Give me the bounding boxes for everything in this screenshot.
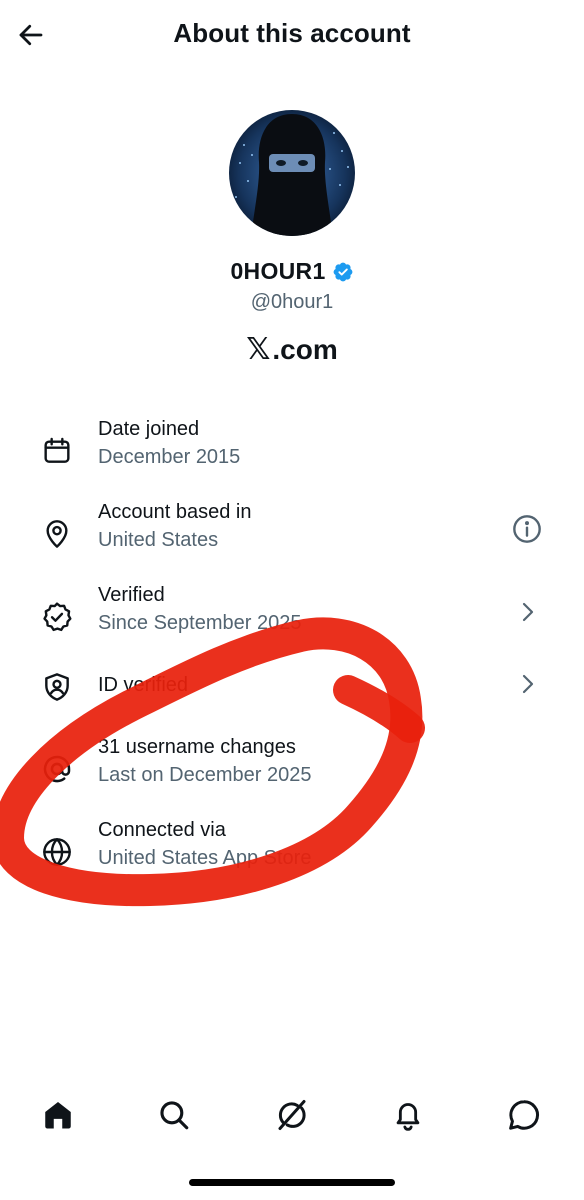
site-label: 𝕏 .com <box>0 332 584 367</box>
info-title: Verified <box>98 584 165 606</box>
info-title: Account based in <box>98 501 252 523</box>
info-item-id-verified[interactable]: ID verified <box>0 670 584 740</box>
verified-seal-icon <box>38 598 76 636</box>
id-verified-details-button[interactable] <box>510 667 544 701</box>
verified-details-button[interactable] <box>510 595 544 629</box>
info-title: Date joined <box>98 418 200 440</box>
info-title: Connected via <box>98 819 226 841</box>
display-name-row: 0HOUR1 <box>0 258 584 285</box>
grok-icon <box>278 1100 306 1130</box>
avatar[interactable] <box>229 110 355 236</box>
info-item-date-joined: Date joined December 2015 <box>0 418 584 488</box>
at-sign-icon <box>38 750 76 788</box>
chevron-right-icon <box>522 602 534 622</box>
info-title: ID verified <box>98 674 189 696</box>
info-item-username-changes: 31 username changes Last on December 202… <box>0 736 584 806</box>
display-name: 0HOUR1 <box>230 258 326 284</box>
tab-home[interactable] <box>28 1085 88 1145</box>
info-button[interactable] <box>510 512 544 546</box>
info-item-verified[interactable]: Verified Since September 2025 <box>0 584 584 654</box>
bell-icon <box>396 1103 420 1131</box>
site-suffix: .com <box>272 333 338 365</box>
x-logo: 𝕏 <box>246 333 271 366</box>
info-item-account-based-in: Account based in United States <box>0 501 584 571</box>
info-subtitle: Since September 2025 <box>98 612 302 634</box>
info-subtitle: Last on December 2025 <box>98 764 312 786</box>
info-item-connected-via: Connected via United States App Store <box>0 819 584 889</box>
top-bar: About this account <box>0 0 584 70</box>
page-title: About this account <box>173 18 411 48</box>
calendar-icon <box>38 432 76 470</box>
tab-search[interactable] <box>144 1085 204 1145</box>
tab-grok[interactable] <box>262 1085 322 1145</box>
info-subtitle: December 2015 <box>98 446 241 468</box>
chevron-right-icon <box>522 674 534 694</box>
verified-badge-icon[interactable] <box>332 261 354 283</box>
messages-icon <box>509 1100 540 1130</box>
location-pin-icon <box>38 515 76 553</box>
profile-summary: 0HOUR1 @0hour1 𝕏 .com <box>0 110 584 367</box>
info-subtitle: United States <box>98 529 219 551</box>
search-icon <box>160 1101 189 1130</box>
id-shield-icon <box>38 668 76 706</box>
globe-icon <box>38 833 76 871</box>
info-title: 31 username changes <box>98 736 296 758</box>
tab-notifications[interactable] <box>378 1085 438 1145</box>
info-circle-icon <box>513 515 541 543</box>
info-subtitle: United States App Store <box>98 847 312 869</box>
bottom-tab-bar <box>0 1085 584 1145</box>
home-indicator <box>189 1179 395 1186</box>
tab-messages[interactable] <box>494 1085 554 1145</box>
handle: @0hour1 <box>250 291 334 313</box>
home-icon <box>45 1101 71 1129</box>
